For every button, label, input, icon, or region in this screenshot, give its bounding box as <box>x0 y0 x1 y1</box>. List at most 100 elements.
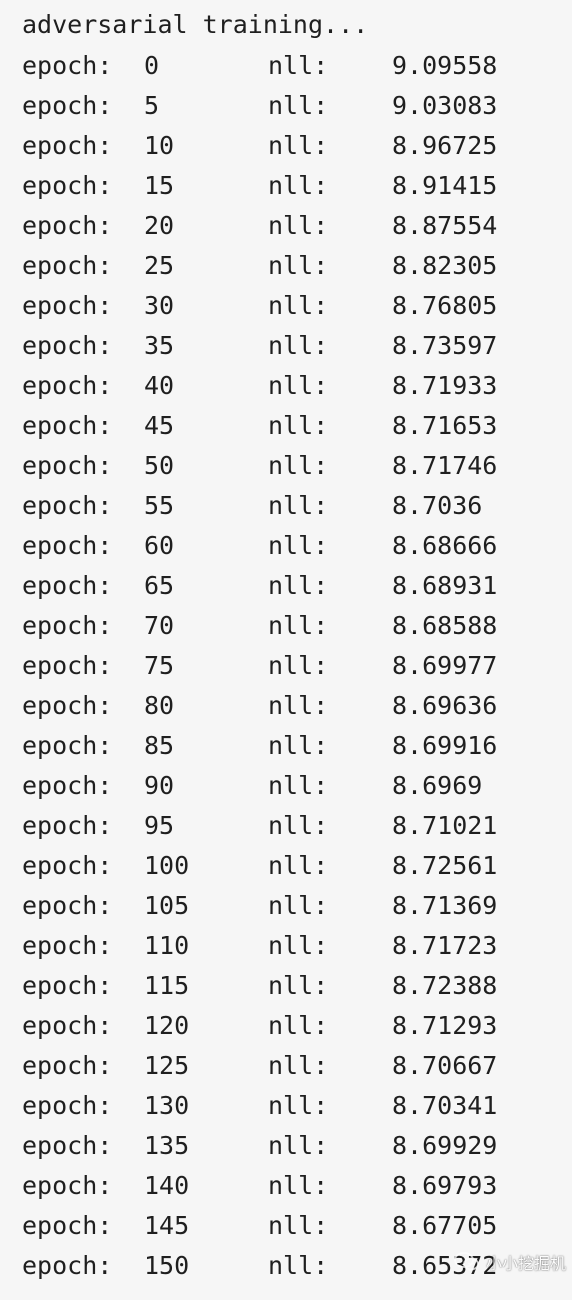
log-row: epoch: 65 nll: 8.68931 <box>22 566 552 606</box>
log-row: epoch: 50 nll: 8.71746 <box>22 446 552 486</box>
log-row: epoch: 145 nll: 8.67705 <box>22 1206 552 1246</box>
epoch-value: 25 <box>144 251 175 280</box>
epoch-label: epoch: <box>22 211 113 240</box>
log-row: epoch: 60 nll: 8.68666 <box>22 526 552 566</box>
log-row: epoch: 10 nll: 8.96725 <box>22 126 552 166</box>
epoch-label: epoch: <box>22 171 113 200</box>
epoch-label: epoch: <box>22 291 113 320</box>
log-row: epoch: 80 nll: 8.69636 <box>22 686 552 726</box>
watermark: 小小挖掘机 <box>454 1250 566 1274</box>
epoch-label: epoch: <box>22 1011 113 1040</box>
nll-label: nll: <box>268 411 329 440</box>
wechat-icon <box>454 1251 480 1273</box>
nll-value: 8.71723 <box>392 931 498 960</box>
nll-label: nll: <box>268 811 329 840</box>
epoch-label: epoch: <box>22 451 113 480</box>
nll-label: nll: <box>268 771 329 800</box>
nll-value: 8.70341 <box>392 1091 498 1120</box>
nll-value: 8.69793 <box>392 1171 498 1200</box>
epoch-value: 120 <box>144 1011 190 1040</box>
nll-value: 8.82305 <box>392 251 498 280</box>
epoch-label: epoch: <box>22 971 113 1000</box>
status-header: adversarial training... <box>22 10 369 39</box>
nll-label: nll: <box>268 531 329 560</box>
epoch-value: 150 <box>144 1251 190 1280</box>
epoch-label: epoch: <box>22 771 113 800</box>
epoch-label: epoch: <box>22 1171 113 1200</box>
log-row: epoch: 130 nll: 8.70341 <box>22 1086 552 1126</box>
nll-value: 9.03083 <box>392 91 498 120</box>
log-row: epoch: 45 nll: 8.71653 <box>22 406 552 446</box>
log-row: epoch: 75 nll: 8.69977 <box>22 646 552 686</box>
nll-value: 8.71746 <box>392 451 498 480</box>
epoch-value: 95 <box>144 811 175 840</box>
epoch-label: epoch: <box>22 91 113 120</box>
nll-label: nll: <box>268 1251 329 1280</box>
nll-value: 8.71021 <box>392 811 498 840</box>
log-row: epoch: 40 nll: 8.71933 <box>22 366 552 406</box>
epoch-value: 15 <box>144 171 175 200</box>
nll-label: nll: <box>268 131 329 160</box>
epoch-value: 55 <box>144 491 175 520</box>
log-row: epoch: 135 nll: 8.69929 <box>22 1126 552 1166</box>
epoch-label: epoch: <box>22 651 113 680</box>
log-row: epoch: 30 nll: 8.76805 <box>22 286 552 326</box>
epoch-value: 125 <box>144 1051 190 1080</box>
epoch-value: 65 <box>144 571 175 600</box>
epoch-value: 75 <box>144 651 175 680</box>
epoch-label: epoch: <box>22 1251 113 1280</box>
nll-label: nll: <box>268 1051 329 1080</box>
epoch-value: 40 <box>144 371 175 400</box>
log-row: epoch: 125 nll: 8.70667 <box>22 1046 552 1086</box>
epoch-value: 0 <box>144 51 160 80</box>
nll-label: nll: <box>268 171 329 200</box>
epoch-label: epoch: <box>22 251 113 280</box>
epoch-label: epoch: <box>22 611 113 640</box>
nll-label: nll: <box>268 651 329 680</box>
nll-value: 8.69977 <box>392 651 498 680</box>
epoch-value: 135 <box>144 1131 190 1160</box>
epoch-label: epoch: <box>22 1051 113 1080</box>
nll-value: 8.69929 <box>392 1131 498 1160</box>
nll-label: nll: <box>268 371 329 400</box>
epoch-value: 90 <box>144 771 175 800</box>
nll-value: 8.68588 <box>392 611 498 640</box>
log-row: epoch: 35 nll: 8.73597 <box>22 326 552 366</box>
epoch-label: epoch: <box>22 131 113 160</box>
log-row: epoch: 5 nll: 9.03083 <box>22 86 552 126</box>
epoch-label: epoch: <box>22 51 113 80</box>
nll-value: 8.7036 <box>392 491 483 520</box>
nll-value: 8.72561 <box>392 851 498 880</box>
epoch-label: epoch: <box>22 1211 113 1240</box>
nll-label: nll: <box>268 571 329 600</box>
epoch-label: epoch: <box>22 731 113 760</box>
nll-label: nll: <box>268 51 329 80</box>
epoch-value: 105 <box>144 891 190 920</box>
nll-value: 8.6969 <box>392 771 483 800</box>
nll-value: 8.70667 <box>392 1051 498 1080</box>
nll-value: 8.76805 <box>392 291 498 320</box>
epoch-value: 50 <box>144 451 175 480</box>
epoch-label: epoch: <box>22 1131 113 1160</box>
epoch-label: epoch: <box>22 331 113 360</box>
watermark-text: 小小挖掘机 <box>485 1254 566 1273</box>
nll-label: nll: <box>268 731 329 760</box>
nll-label: nll: <box>268 1011 329 1040</box>
nll-value: 8.91415 <box>392 171 498 200</box>
epoch-label: epoch: <box>22 571 113 600</box>
log-row: epoch: 95 nll: 8.71021 <box>22 806 552 846</box>
nll-value: 8.68931 <box>392 571 498 600</box>
nll-label: nll: <box>268 451 329 480</box>
epoch-label: epoch: <box>22 491 113 520</box>
epoch-value: 110 <box>144 931 190 960</box>
nll-label: nll: <box>268 891 329 920</box>
epoch-label: epoch: <box>22 851 113 880</box>
log-row: epoch: 70 nll: 8.68588 <box>22 606 552 646</box>
epoch-label: epoch: <box>22 891 113 920</box>
epoch-value: 5 <box>144 91 160 120</box>
log-row: epoch: 140 nll: 8.69793 <box>22 1166 552 1206</box>
nll-label: nll: <box>268 211 329 240</box>
log-row: epoch: 85 nll: 8.69916 <box>22 726 552 766</box>
epoch-label: epoch: <box>22 811 113 840</box>
nll-label: nll: <box>268 291 329 320</box>
